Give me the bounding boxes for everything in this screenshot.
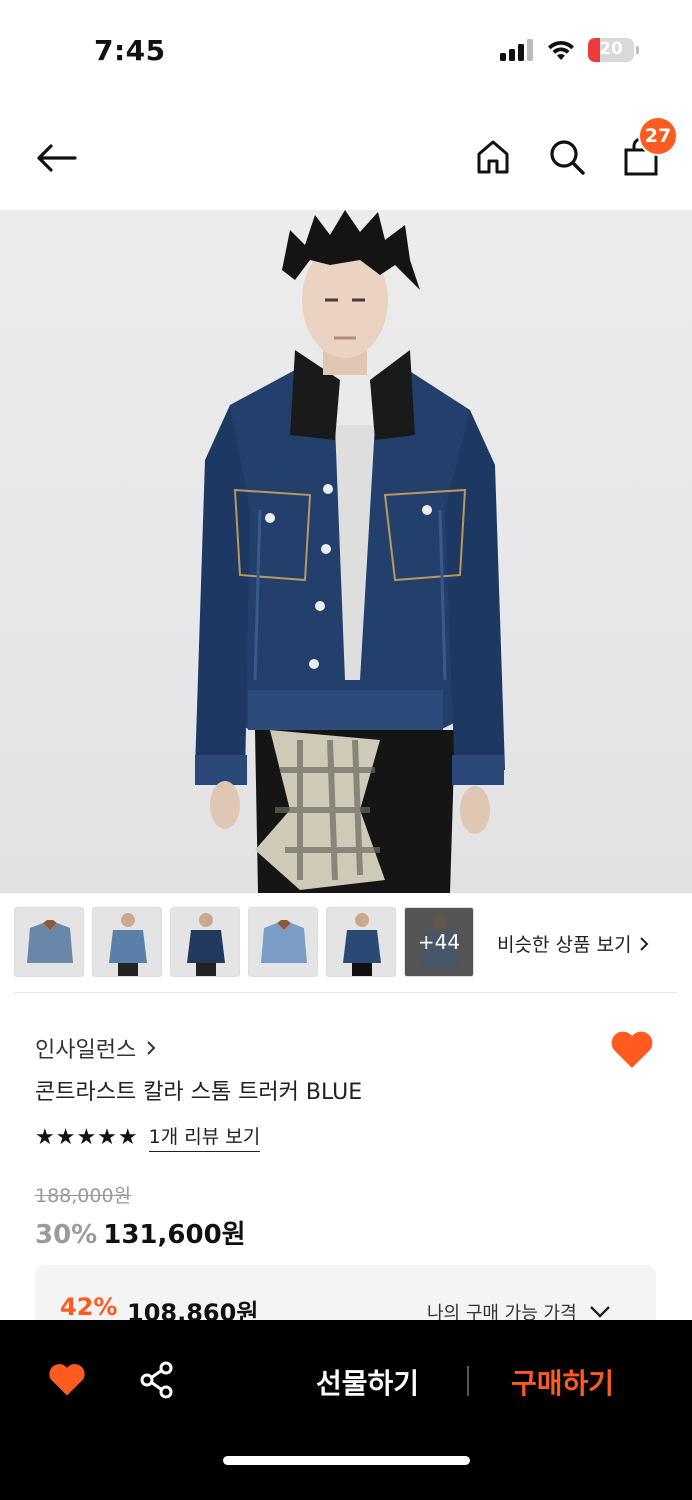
model-thumbnail bbox=[187, 913, 225, 976]
signal-icon bbox=[500, 39, 533, 61]
original-price: 188,000원 bbox=[35, 1185, 132, 1207]
status-time: 7:45 bbox=[94, 34, 166, 67]
back-arrow-icon bbox=[37, 144, 77, 172]
divider bbox=[467, 1366, 469, 1396]
back-button[interactable] bbox=[30, 136, 82, 180]
buy-button[interactable]: 구매하기 bbox=[511, 1362, 614, 1402]
search-icon bbox=[550, 140, 585, 175]
thumbnail-more[interactable]: +44 bbox=[404, 907, 474, 977]
cart-count-badge: 27 bbox=[638, 116, 678, 156]
gift-button[interactable]: 선물하기 bbox=[316, 1362, 419, 1402]
thumbnail[interactable] bbox=[326, 907, 396, 977]
jacket-flat-thumbnail bbox=[27, 920, 73, 963]
sale-price: 131,600원 bbox=[103, 1220, 246, 1250]
price-row: 30% 131,600원 bbox=[35, 1214, 246, 1251]
chevron-right-icon bbox=[147, 1041, 156, 1055]
chevron-right-icon bbox=[640, 936, 649, 951]
home-icon bbox=[477, 140, 509, 174]
thumbnail[interactable] bbox=[92, 907, 162, 977]
like-button[interactable] bbox=[610, 1030, 654, 1070]
status-icons: 20 bbox=[500, 38, 639, 62]
model-thumbnail bbox=[343, 913, 381, 976]
battery-level: 20 bbox=[599, 39, 623, 59]
product-main-image[interactable] bbox=[0, 210, 692, 893]
heart-icon bbox=[49, 1364, 85, 1396]
similar-products-label: 비슷한 상품 보기 bbox=[497, 934, 632, 956]
wifi-icon bbox=[548, 40, 574, 60]
search-button[interactable] bbox=[544, 132, 590, 182]
brand-link[interactable]: 인사일런스 bbox=[35, 1032, 156, 1064]
rating-row: ★★★★★ 1개 리뷰 보기 bbox=[35, 1122, 261, 1152]
discount-rate: 30% bbox=[35, 1220, 98, 1250]
bottom-like-button[interactable] bbox=[48, 1362, 86, 1398]
thumbnail[interactable] bbox=[248, 907, 318, 977]
home-button[interactable] bbox=[470, 132, 516, 182]
divider bbox=[14, 992, 678, 993]
thumbnail-strip: +44 bbox=[14, 907, 474, 977]
jacket-flat-thumbnail bbox=[261, 920, 307, 963]
top-nav bbox=[0, 110, 692, 210]
share-icon bbox=[140, 1361, 173, 1399]
my-discount-rate: 42% bbox=[60, 1293, 118, 1321]
share-button[interactable] bbox=[138, 1360, 176, 1400]
review-link[interactable]: 1개 리뷰 보기 bbox=[148, 1122, 261, 1152]
model-thumbnail bbox=[109, 913, 147, 976]
home-indicator[interactable] bbox=[223, 1456, 470, 1465]
star-rating: ★★★★★ bbox=[35, 1124, 139, 1150]
more-images-count: +44 bbox=[405, 908, 473, 976]
status-bar: 7:45 20 bbox=[0, 0, 692, 100]
battery-icon: 20 bbox=[588, 38, 639, 62]
bottom-action-bar: 선물하기 구매하기 bbox=[0, 1320, 692, 1500]
heart-icon bbox=[611, 1031, 653, 1068]
model-denim-jacket-photo bbox=[195, 210, 505, 893]
chevron-down-icon bbox=[589, 1306, 610, 1318]
brand-name: 인사일런스 bbox=[35, 1038, 137, 1063]
product-title: 콘트라스트 칼라 스톰 트러커 BLUE bbox=[35, 1080, 363, 1105]
thumbnail[interactable] bbox=[14, 907, 84, 977]
thumbnail[interactable] bbox=[170, 907, 240, 977]
similar-products-link[interactable]: 비슷한 상품 보기 bbox=[497, 930, 649, 957]
